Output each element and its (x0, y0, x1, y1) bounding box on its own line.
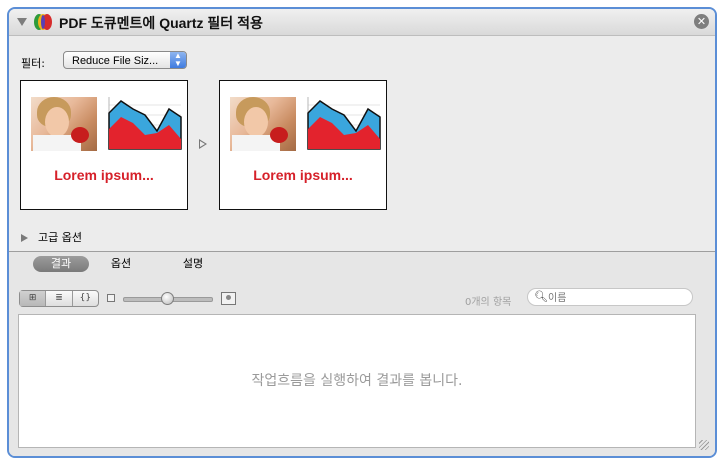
disclosure-triangle-icon (21, 234, 28, 242)
collapse-triangle-icon[interactable] (17, 18, 27, 26)
action-panel: PDF 도큐멘트에 Quartz 필터 적용 ✕ 필터: Reduce File… (7, 7, 717, 458)
title-bar: PDF 도큐멘트에 Quartz 필터 적용 ✕ (9, 9, 715, 36)
arrow-right-icon (199, 139, 207, 149)
filter-label: 필터: (21, 57, 45, 70)
empty-results-message: 작업흐름을 실행하여 결과를 봅니다. (251, 373, 463, 389)
tab-options[interactable]: 옵션 (99, 256, 143, 272)
child-photo-thumbnail (230, 97, 296, 151)
area-chart-thumbnail (108, 97, 182, 150)
advanced-options-toggle[interactable]: 고급 옵션 (21, 229, 82, 245)
results-area: 결과 옵션 설명 ⊞ ≣ {} 0개의 항목 🔍︎ 작업흐름을 실행하여 결과를… (9, 252, 715, 456)
child-photo-thumbnail (31, 97, 97, 151)
list-view-icon[interactable]: ≣ (46, 291, 73, 306)
small-thumbnail-icon (107, 294, 115, 302)
grid-view-icon[interactable]: ⊞ (20, 291, 47, 306)
advanced-options-label: 고급 옵션 (38, 231, 82, 244)
preview-after-text: Lorem ipsum... (253, 167, 353, 183)
title-prefix: PDF 도큐멘트에 (59, 15, 160, 31)
results-view[interactable]: 작업흐름을 실행하여 결과를 봅니다. (18, 314, 696, 448)
window-title: PDF 도큐멘트에 Quartz 필터 적용 (59, 13, 263, 33)
popup-arrows-icon: ▲ ▼ (170, 52, 186, 68)
large-thumbnail-icon (221, 292, 236, 305)
search-input[interactable] (546, 290, 690, 306)
preview-before: Lorem ipsum... (20, 80, 188, 210)
search-field[interactable]: 🔍︎ (527, 288, 693, 306)
filter-options-area: 필터: Reduce File Siz... ▲ ▼ Lorem ipsum..… (9, 36, 715, 251)
view-mode-segmented-control: ⊞ ≣ {} (19, 290, 99, 307)
resize-grip-icon[interactable] (699, 440, 709, 450)
close-icon[interactable]: ✕ (694, 14, 709, 29)
title-bold: Quartz (159, 15, 204, 31)
filter-selected-value: Reduce File Siz... (72, 55, 159, 67)
tab-results[interactable]: 결과 (33, 256, 89, 272)
area-chart-thumbnail (307, 97, 381, 150)
title-suffix: 필터 적용 (203, 15, 263, 31)
preview-after: Lorem ipsum... (219, 80, 387, 210)
automator-action-icon (34, 14, 52, 30)
preview-before-text: Lorem ipsum... (54, 167, 154, 183)
code-view-icon[interactable]: {} (73, 291, 98, 306)
filter-popup[interactable]: Reduce File Siz... ▲ ▼ (63, 51, 187, 69)
item-count: 0개의 항목 (465, 297, 512, 308)
slider-knob[interactable] (161, 292, 174, 305)
tab-description[interactable]: 설명 (171, 256, 215, 272)
